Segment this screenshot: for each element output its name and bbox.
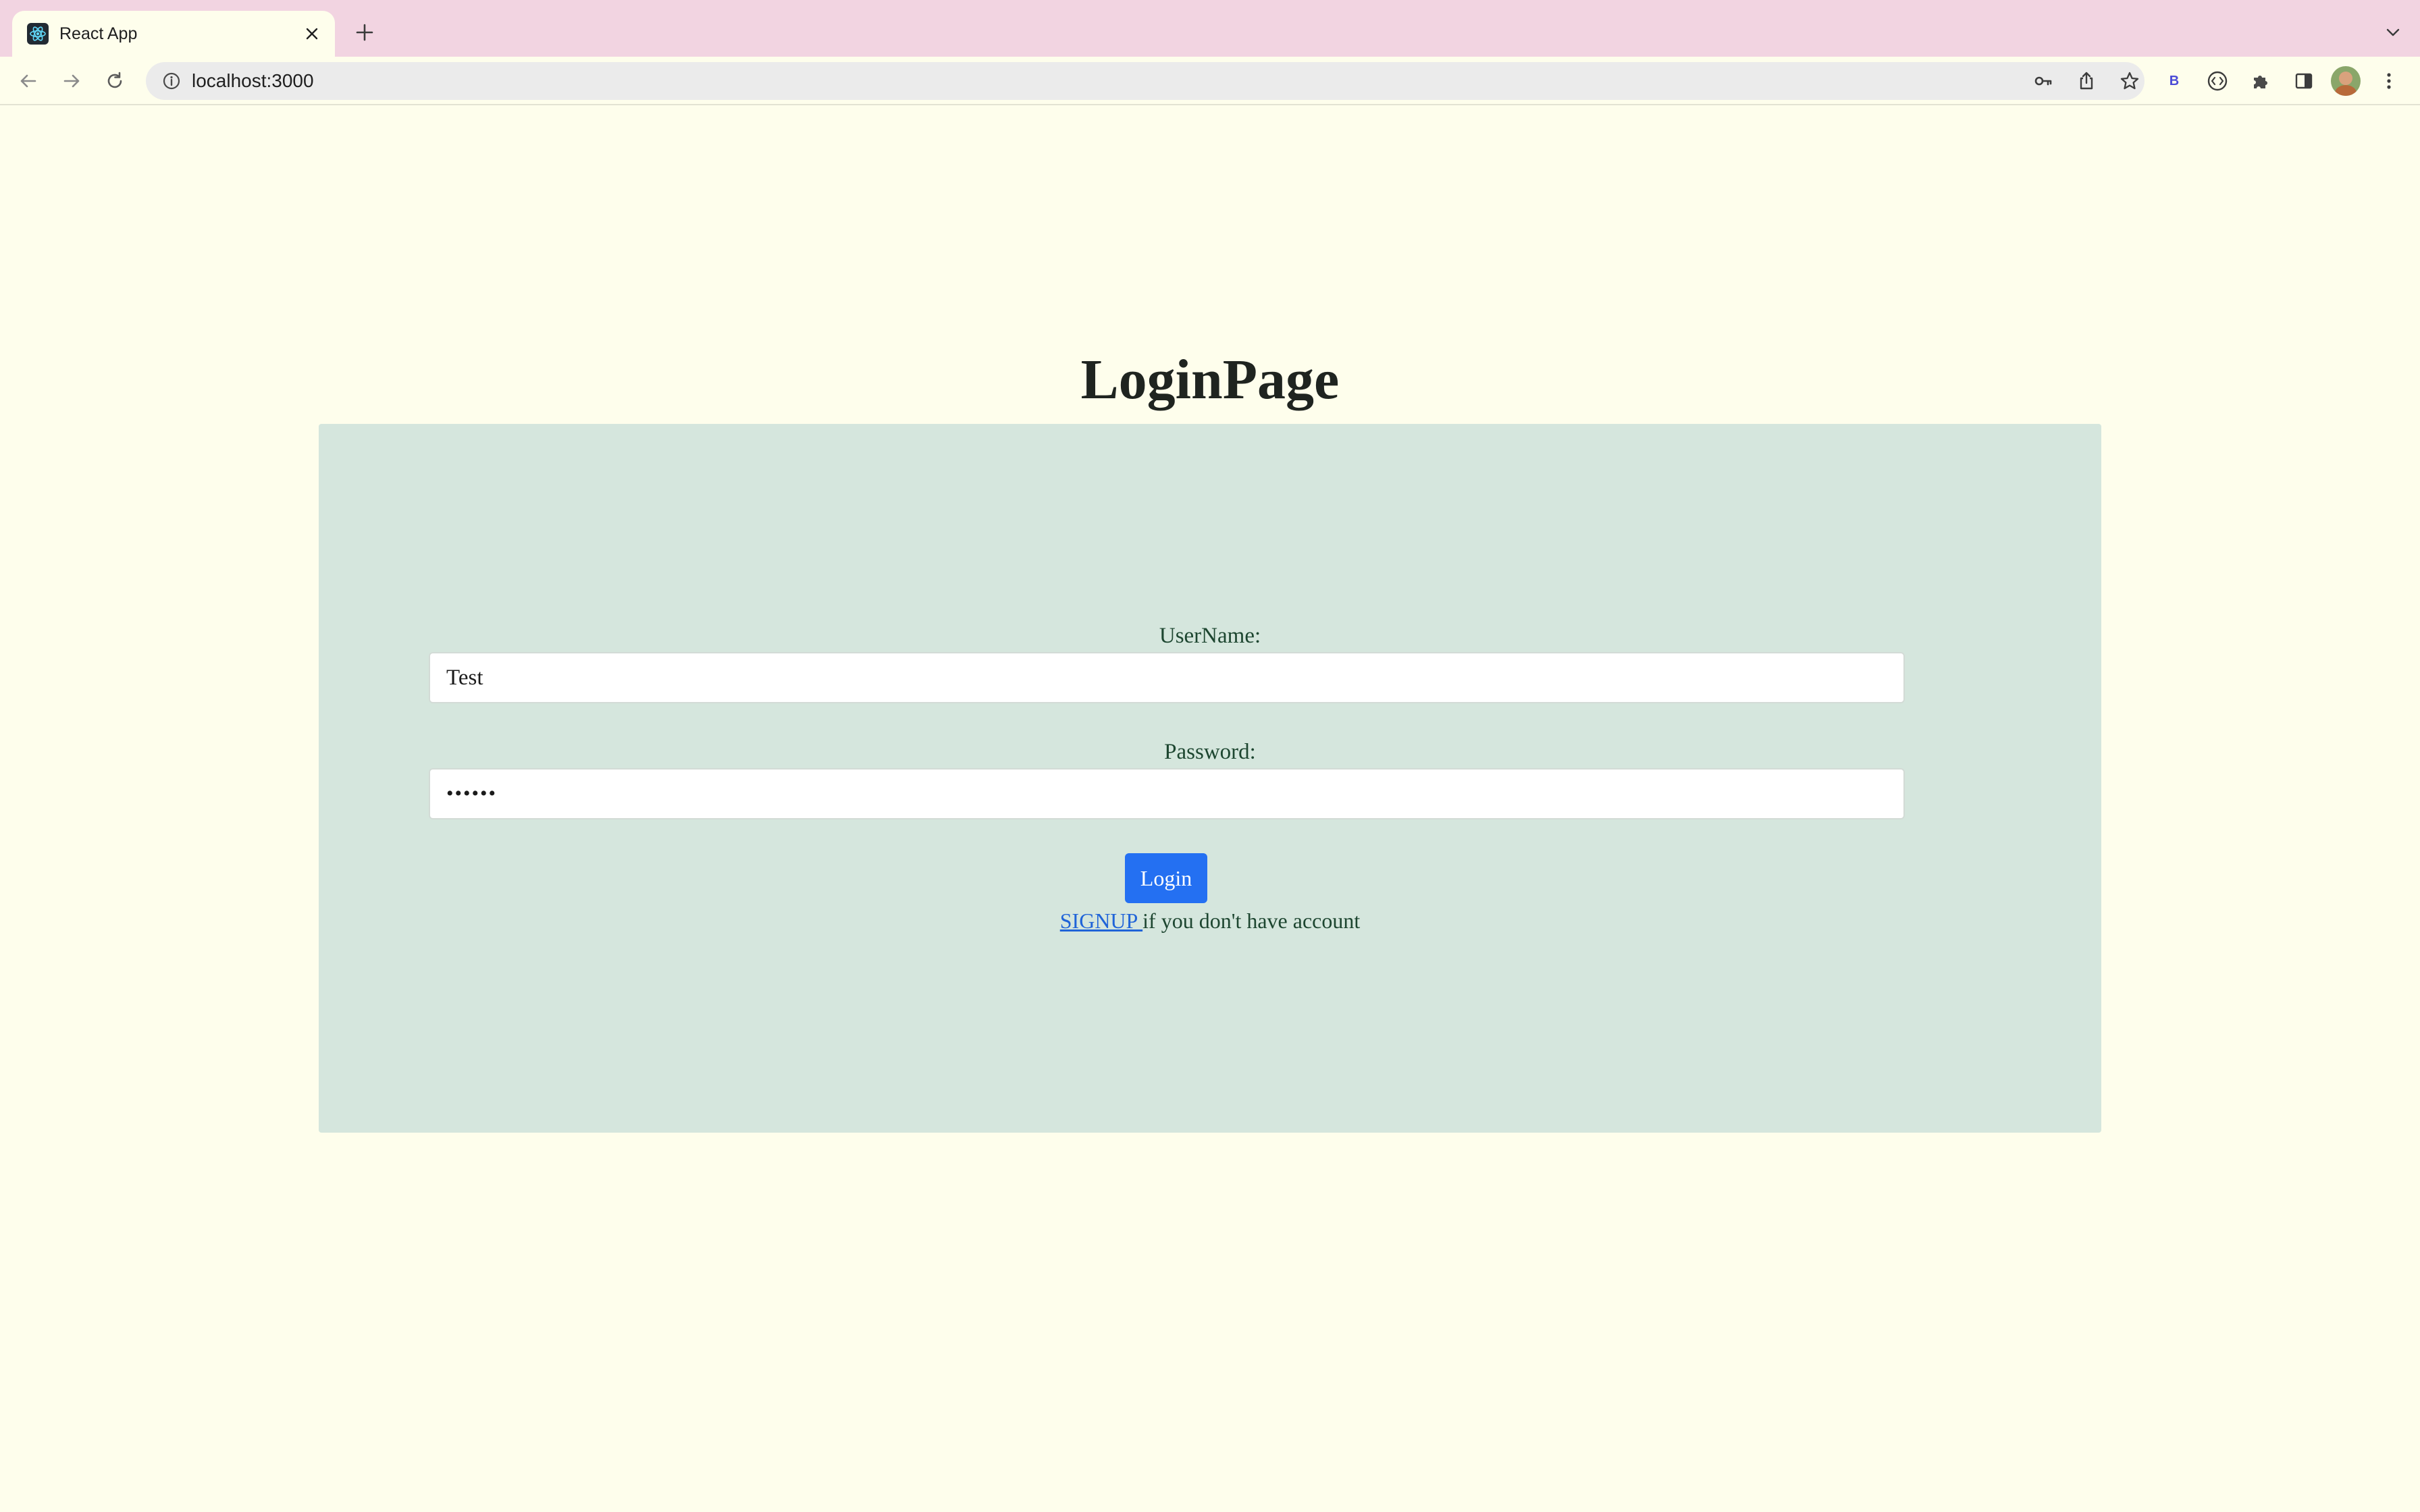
browser-tab[interactable]: React App	[12, 11, 335, 57]
username-input[interactable]: Test	[429, 652, 1905, 703]
react-icon	[27, 23, 49, 45]
extension-code-icon[interactable]	[2203, 66, 2232, 96]
extension-b-icon[interactable]: B	[2159, 66, 2189, 96]
key-icon[interactable]	[2030, 68, 2057, 94]
new-tab-icon[interactable]	[350, 18, 379, 47]
browser-tabstrip: React App	[0, 0, 2420, 57]
signup-link[interactable]: SIGNUP	[1060, 909, 1142, 933]
arrow-right-icon[interactable]	[57, 66, 86, 96]
browser-toolbar: localhost:3000 B	[0, 57, 2420, 105]
kebab-menu-icon[interactable]	[2374, 66, 2404, 96]
puzzle-icon[interactable]	[2246, 66, 2276, 96]
password-label: Password:	[1164, 740, 1256, 764]
info-icon[interactable]	[161, 70, 182, 92]
share-icon[interactable]	[2073, 68, 2100, 94]
login-panel: UserName: Test Password: •••••• Login SI…	[319, 424, 2101, 1133]
close-icon[interactable]	[298, 20, 325, 47]
password-input[interactable]: ••••••	[429, 768, 1905, 819]
reload-icon[interactable]	[100, 66, 130, 96]
star-icon[interactable]	[2116, 68, 2143, 94]
arrow-left-icon[interactable]	[14, 66, 43, 96]
page-title: LoginPage	[1080, 348, 1340, 411]
sidepanel-icon[interactable]	[2289, 66, 2319, 96]
extension-label: B	[2169, 73, 2180, 88]
signup-line: SIGNUP if you don't have account	[319, 906, 2101, 936]
chevron-down-icon[interactable]	[2378, 18, 2408, 47]
tab-title: React App	[59, 24, 138, 43]
login-button[interactable]: Login	[1125, 853, 1207, 903]
username-label: UserName:	[1159, 624, 1261, 648]
signup-suffix: if you don't have account	[1142, 909, 1361, 933]
url-text[interactable]: localhost:3000	[192, 70, 314, 92]
address-bar[interactable]: localhost:3000	[146, 62, 2145, 100]
profile-avatar[interactable]	[2331, 66, 2361, 96]
